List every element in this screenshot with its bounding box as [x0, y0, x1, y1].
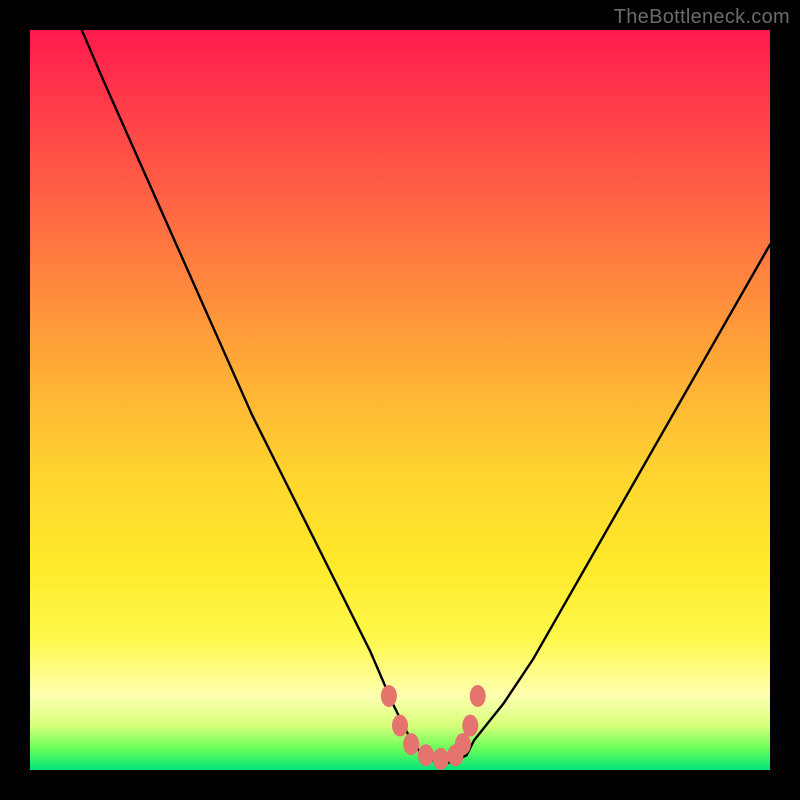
- marker-point: [462, 715, 478, 737]
- marker-point: [403, 733, 419, 755]
- bottleneck-curve-path: [82, 30, 770, 763]
- marker-point: [418, 744, 434, 766]
- marker-point: [455, 733, 471, 755]
- curve-svg: [30, 30, 770, 770]
- marker-group: [381, 685, 486, 770]
- marker-point: [381, 685, 397, 707]
- marker-point: [470, 685, 486, 707]
- watermark-text: TheBottleneck.com: [614, 6, 790, 29]
- plot-area: [30, 30, 770, 770]
- marker-point: [392, 715, 408, 737]
- marker-point: [433, 748, 449, 770]
- chart-frame: TheBottleneck.com: [0, 0, 800, 800]
